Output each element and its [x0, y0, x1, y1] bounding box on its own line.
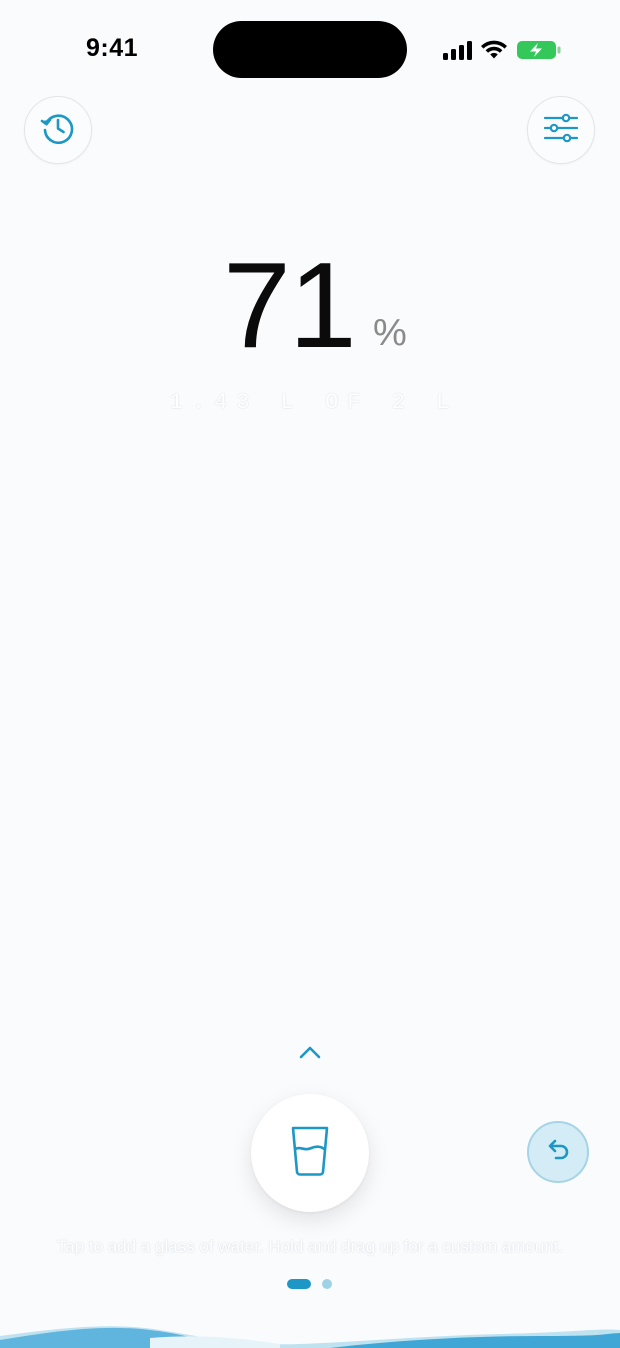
percent-value: 71: [223, 237, 357, 373]
water-wave: [0, 1326, 620, 1348]
status-bar: 9:41: [0, 0, 620, 100]
settings-button[interactable]: [527, 96, 595, 164]
status-icons: [443, 38, 562, 62]
percent-sign: %: [373, 312, 407, 354]
cellular-signal-icon: [443, 40, 472, 60]
intake-amount: 1.43 L OF 2 L: [169, 390, 459, 415]
sliders-icon: [543, 113, 579, 148]
wifi-icon: [480, 40, 508, 60]
page-indicator[interactable]: [287, 1278, 332, 1290]
status-time: 9:41: [86, 34, 139, 62]
add-glass-button[interactable]: [251, 1094, 369, 1212]
progress-display: 71 % 1.43 L OF 2 L: [0, 237, 620, 415]
undo-arrow-icon: [545, 1138, 571, 1167]
history-button[interactable]: [24, 96, 92, 164]
dynamic-island: [213, 21, 407, 78]
chevron-up-icon[interactable]: [296, 1040, 324, 1064]
hint-text: Tap to add a glass of water. Hold and dr…: [56, 1237, 564, 1256]
battery-charging-icon: [516, 39, 562, 61]
water-glass-icon: [290, 1125, 330, 1182]
page-dot-active[interactable]: [287, 1279, 311, 1289]
page-dot[interactable]: [322, 1279, 332, 1289]
history-clock-icon: [39, 109, 77, 152]
undo-button[interactable]: [527, 1121, 589, 1183]
